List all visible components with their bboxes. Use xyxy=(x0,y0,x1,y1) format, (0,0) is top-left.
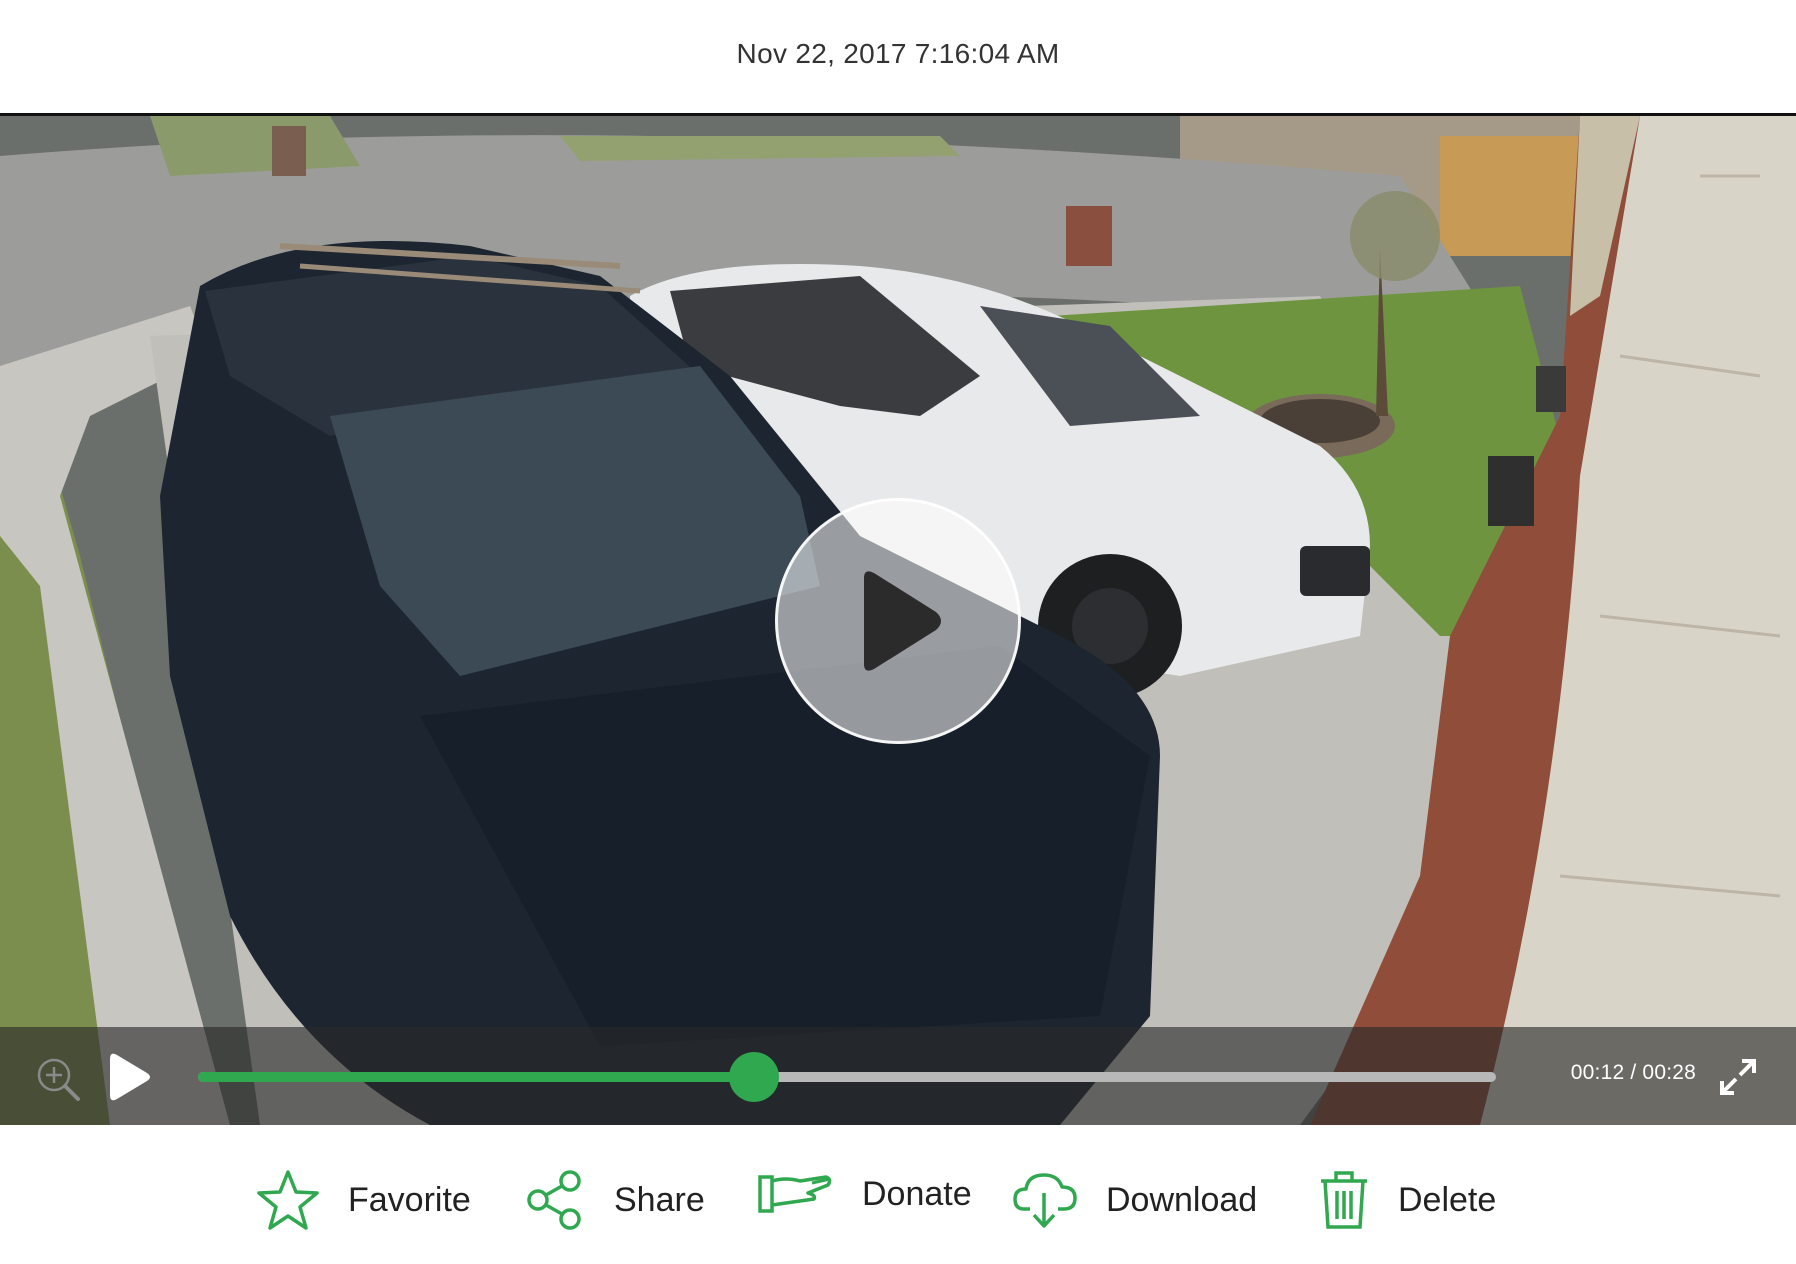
star-icon xyxy=(257,1170,319,1230)
download-button[interactable]: Download xyxy=(1012,1169,1257,1231)
donate-button[interactable]: Donate xyxy=(756,1169,972,1219)
zoom-in-icon[interactable] xyxy=(34,1055,82,1103)
player-controls: 00:12 / 00:28 xyxy=(0,1027,1796,1125)
favorite-label: Favorite xyxy=(348,1180,471,1219)
favorite-button[interactable]: Favorite xyxy=(256,1169,471,1231)
share-icon xyxy=(527,1170,581,1230)
play-icon xyxy=(864,571,941,671)
share-button[interactable]: Share xyxy=(526,1169,705,1231)
header: Nov 22, 2017 7:16:04 AM xyxy=(0,0,1796,116)
delete-label: Delete xyxy=(1398,1180,1497,1219)
progress-fill xyxy=(198,1072,755,1082)
play-icon[interactable] xyxy=(104,1051,152,1103)
download-label: Download xyxy=(1106,1180,1258,1219)
recording-timestamp: Nov 22, 2017 7:16:04 AM xyxy=(736,37,1060,69)
action-bar: Favorite Share Donate Download Delete xyxy=(0,1125,1796,1264)
trash-icon xyxy=(1321,1171,1367,1229)
donate-label: Donate xyxy=(862,1174,972,1213)
big-play-button[interactable] xyxy=(775,498,1021,744)
time-display: 00:12 / 00:28 xyxy=(1570,1061,1696,1084)
donate-hand-icon xyxy=(758,1175,832,1213)
progress-track[interactable] xyxy=(198,1052,1496,1102)
video-player[interactable]: 00:12 / 00:28 xyxy=(0,116,1796,1125)
cloud-download-icon xyxy=(1013,1173,1077,1228)
share-label: Share xyxy=(614,1180,705,1219)
fullscreen-icon[interactable] xyxy=(1718,1057,1758,1097)
delete-button[interactable]: Delete xyxy=(1318,1169,1496,1231)
progress-handle[interactable] xyxy=(729,1052,780,1102)
